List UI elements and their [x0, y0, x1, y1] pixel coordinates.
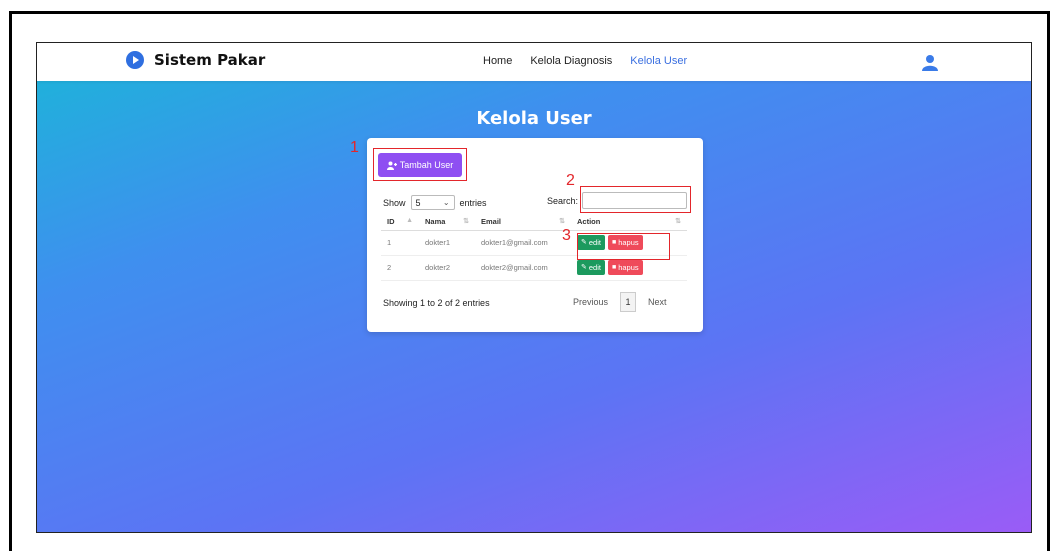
show-label: Show — [383, 197, 406, 208]
cell-nama: dokter1 — [419, 230, 475, 256]
search-label: Search: — [547, 196, 579, 206]
annotation-box-search — [580, 186, 691, 213]
page-1-button[interactable]: 1 — [620, 292, 637, 312]
column-header-nama[interactable]: Nama ⇅ — [419, 213, 475, 231]
delete-button[interactable]: ■ hapus — [607, 260, 643, 276]
column-header-id[interactable]: ID ▲ — [381, 213, 419, 231]
table-header-row: ID ▲ Nama ⇅ Email ⇅ Action ⇅ — [381, 213, 687, 231]
browser-viewport: Sistem Pakar Home Kelola Diagnosis Kelol… — [36, 42, 1032, 533]
previous-page-button[interactable]: Previous — [573, 297, 608, 307]
chevron-down-icon: ⌄ — [442, 198, 450, 207]
annotation-number-3: 3 — [562, 227, 571, 244]
cell-id: 1 — [381, 230, 419, 256]
length-control: Show 5 ⌄ entries — [383, 195, 487, 210]
annotation-number-1: 1 — [350, 139, 359, 156]
sort-icon: ⇅ — [559, 218, 565, 225]
nav-kelola-user[interactable]: Kelola User — [630, 55, 687, 67]
cell-email: dokter2@gmail.com — [475, 255, 571, 281]
sort-icon: ⇅ — [675, 218, 681, 225]
play-logo-icon — [126, 51, 144, 69]
nav-home[interactable]: Home — [483, 55, 512, 67]
cell-email: dokter1@gmail.com — [475, 230, 571, 256]
sort-icon: ⇅ — [463, 218, 469, 225]
navbar: Sistem Pakar Home Kelola Diagnosis Kelol… — [37, 43, 1031, 81]
pagination: Previous 1 Next — [573, 292, 667, 312]
cell-id: 2 — [381, 255, 419, 281]
nav-kelola-diagnosis[interactable]: Kelola Diagnosis — [530, 55, 612, 67]
edit-button[interactable]: ✎ edit — [577, 259, 605, 275]
column-header-email[interactable]: Email ⇅ — [475, 213, 571, 231]
table-info: Showing 1 to 2 of 2 entries — [383, 298, 490, 308]
user-avatar-icon[interactable] — [921, 53, 939, 71]
annotation-box-actions — [577, 233, 670, 260]
brand[interactable]: Sistem Pakar — [126, 51, 265, 69]
cell-nama: dokter2 — [419, 255, 475, 281]
brand-title: Sistem Pakar — [154, 51, 266, 69]
annotation-number-2: 2 — [566, 172, 575, 189]
entries-length-select[interactable]: 5 ⌄ — [410, 195, 455, 210]
entries-label: entries — [459, 197, 487, 208]
sort-asc-icon: ▲ — [406, 217, 413, 224]
edit-icon: ✎ — [581, 264, 587, 272]
length-value: 5 — [415, 197, 421, 208]
annotation-box-add-user — [373, 148, 467, 181]
next-page-button[interactable]: Next — [648, 297, 667, 307]
page-title: Kelola User — [476, 108, 592, 129]
trash-icon: ■ — [611, 264, 617, 272]
column-header-action[interactable]: Action ⇅ — [571, 213, 687, 231]
nav-links: Home Kelola Diagnosis Kelola User — [483, 55, 705, 67]
